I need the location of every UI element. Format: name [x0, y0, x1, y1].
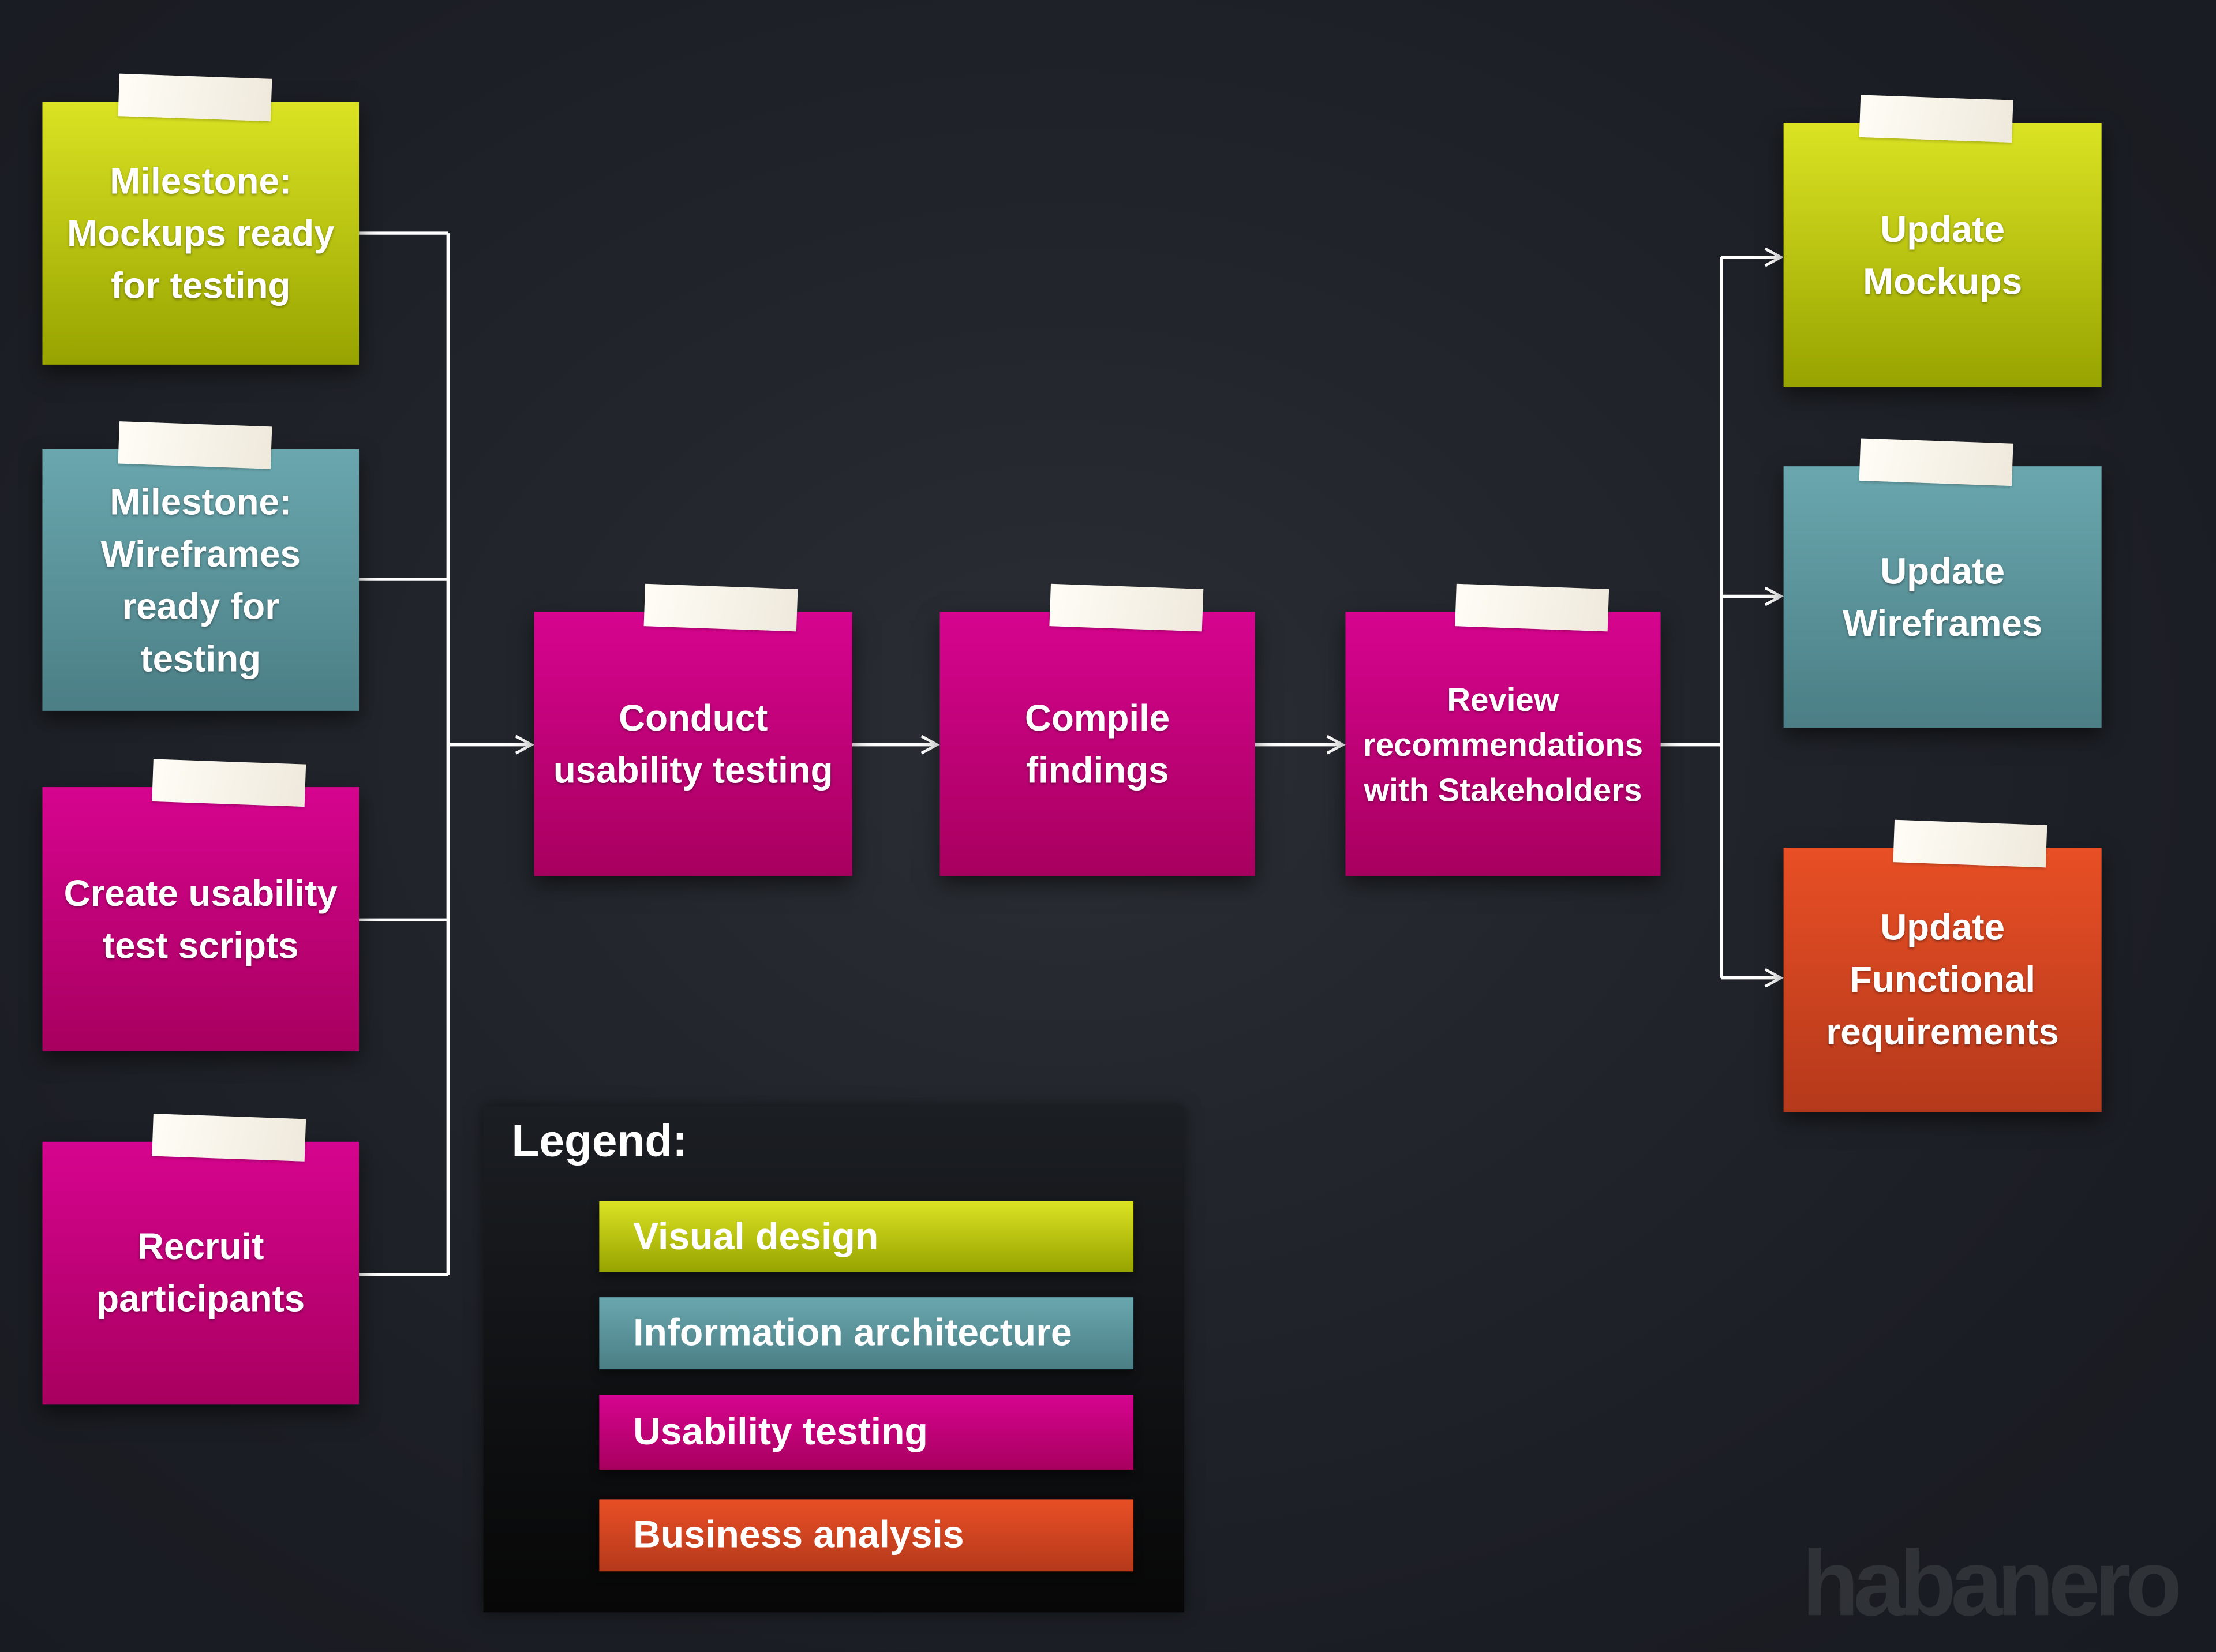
note-update-functional-requirements: Update Functional requirements [1783, 819, 2102, 1112]
legend-item-visual-design: Visual design [599, 1201, 1134, 1272]
legend-item-information-architecture: Information architecture [599, 1297, 1134, 1370]
note-review-recommendations: Review recommendations with Stakeholders [1345, 583, 1661, 876]
note-label: Update Mockups [1863, 207, 2023, 302]
tape [1859, 95, 2013, 143]
note-label: Compile findings [1025, 696, 1170, 791]
note-mockups-milestone: Milestone: Mockups ready for testing [42, 73, 360, 365]
note-label: Recruit participants [96, 1225, 305, 1320]
legend: Legend: Visual design Information archit… [483, 1106, 1185, 1613]
note-label: Conduct usability testing [553, 696, 833, 791]
note-label: Update Functional requirements [1826, 905, 2059, 1053]
note-wireframes-milestone: Milestone: Wireframes ready for testing [42, 421, 360, 711]
diagram-canvas: Milestone: Mockups ready for testing Mil… [0, 0, 2216, 1652]
tape [643, 583, 798, 632]
tape [118, 73, 272, 122]
note-create-test-scripts: Create usability test scripts [42, 759, 360, 1052]
tape [1859, 438, 2013, 486]
legend-item-usability-testing: Usability testing [599, 1395, 1134, 1470]
tape [152, 759, 306, 807]
legend-item-business-analysis: Business analysis [599, 1499, 1134, 1572]
legend-title: Legend: [511, 1115, 688, 1166]
tape [118, 421, 272, 469]
note-conduct-usability-testing: Conduct usability testing [534, 583, 852, 876]
note-label: Milestone: Wireframes ready for testing [100, 480, 301, 679]
legend-label: Usability testing [633, 1410, 928, 1453]
legend-label: Information architecture [633, 1311, 1072, 1354]
tape [1893, 819, 2047, 868]
tape [152, 1114, 306, 1162]
note-update-wireframes: Update Wireframes [1783, 438, 2102, 728]
note-label: Milestone: Mockups ready for testing [66, 159, 335, 306]
note-update-mockups: Update Mockups [1783, 95, 2102, 388]
legend-label: Business analysis [633, 1513, 964, 1556]
tape [1049, 583, 1204, 632]
note-label: Update Wireframes [1842, 549, 2043, 644]
note-label: Review recommendations with Stakeholders [1362, 680, 1644, 808]
note-label: Create usability test scripts [63, 871, 338, 966]
legend-label: Visual design [633, 1214, 879, 1257]
tape [1455, 583, 1609, 632]
note-recruit-participants: Recruit participants [42, 1114, 360, 1405]
habanero-logo: habanero [1802, 1530, 2182, 1635]
note-compile-findings: Compile findings [939, 583, 1255, 876]
